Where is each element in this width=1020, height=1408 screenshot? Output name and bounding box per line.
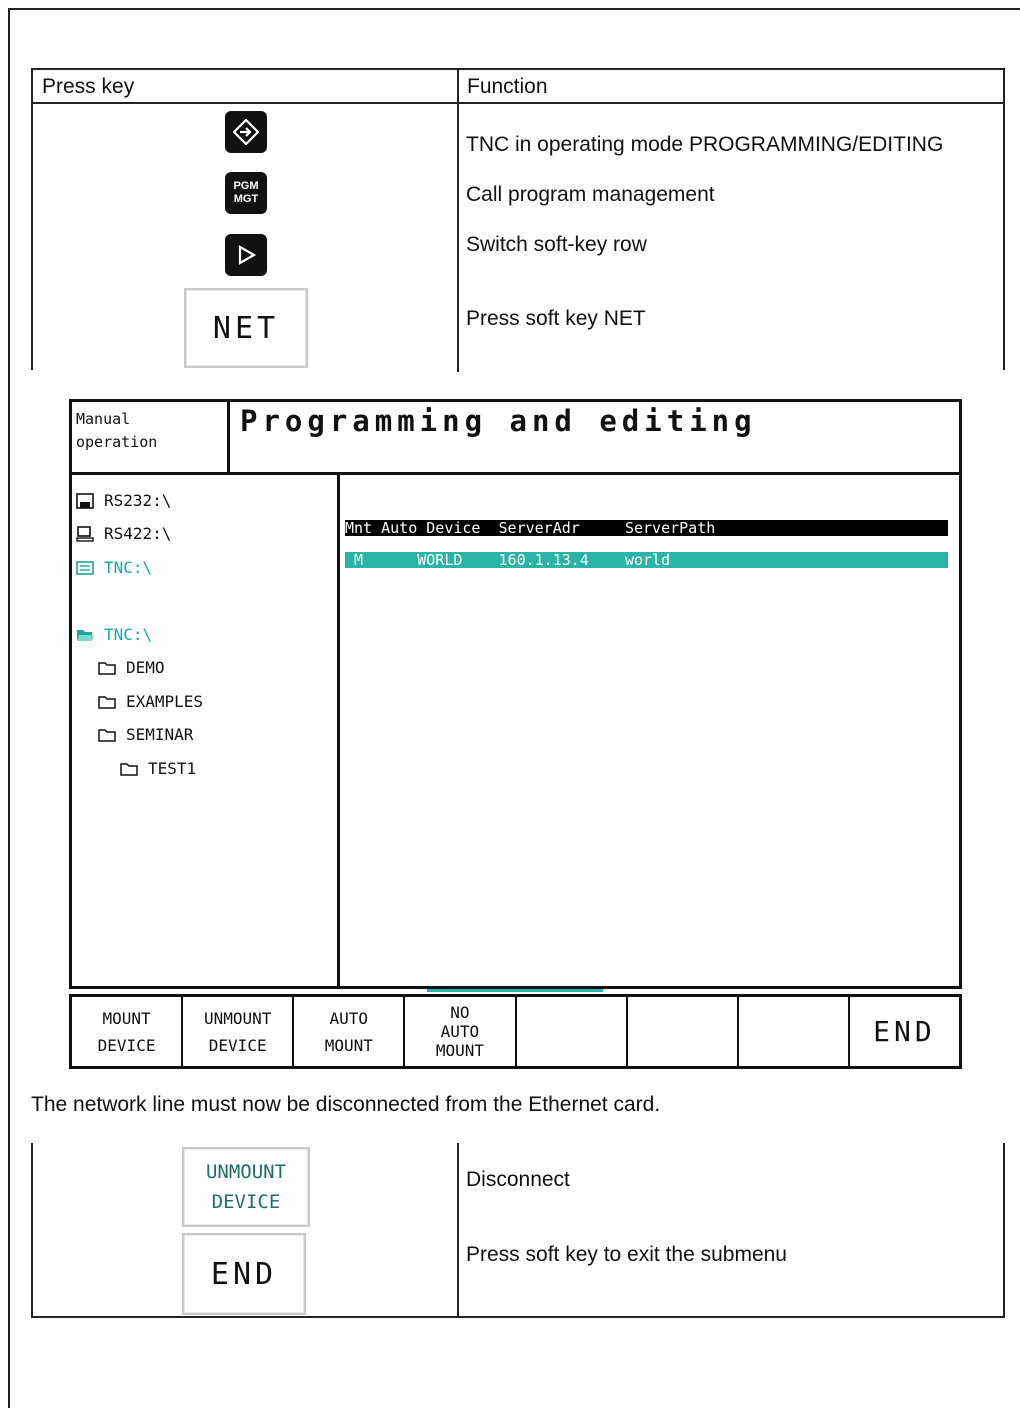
- softkey-label-line: DEVICE: [211, 1191, 281, 1213]
- net-softkey[interactable]: NET: [184, 288, 308, 368]
- function-text: TNC in operating mode PROGRAMMING/EDITIN…: [466, 133, 944, 156]
- end-softkey[interactable]: END: [850, 997, 959, 1066]
- drive-label: TNC:\: [104, 558, 153, 577]
- auto-mount-softkey[interactable]: AUTO MOUNT: [294, 997, 406, 1066]
- tree-root-tnc[interactable]: TNC:\: [76, 625, 152, 644]
- drive-label: RS422:\: [104, 524, 172, 543]
- folder-icon: [120, 762, 138, 776]
- function-text: Disconnect: [466, 1168, 570, 1191]
- instruction-note: The network line must now be disconnecte…: [31, 1093, 661, 1116]
- soft-key-row-arrow-key[interactable]: [225, 234, 267, 276]
- pgm-label: PGM: [233, 180, 259, 192]
- no-auto-mount-softkey[interactable]: NO AUTO MOUNT: [405, 997, 517, 1066]
- tnc-drive-icon: [76, 560, 94, 575]
- tree-root-label: TNC:\: [104, 625, 153, 644]
- empty-softkey: [517, 997, 628, 1066]
- table-header: Press key Function: [33, 70, 1003, 104]
- column-header-press-key: Press key: [42, 75, 135, 98]
- end-softkey-illustration[interactable]: END: [182, 1233, 306, 1315]
- screen-header-divider: [72, 472, 959, 475]
- softkey-row-indicator: [427, 989, 603, 992]
- tnc-screen: Manual operation Programming and editing…: [69, 399, 962, 989]
- function-text: Switch soft-key row: [466, 233, 647, 256]
- folder-label: EXAMPLES: [126, 692, 204, 711]
- mgt-label: MGT: [233, 193, 259, 205]
- pgm-mgt-key-label: PGM MGT: [233, 180, 258, 206]
- drive-rs422[interactable]: RS422:\: [76, 524, 171, 543]
- mount-device-softkey[interactable]: MOUNT DEVICE: [72, 997, 184, 1066]
- folder-icon: [98, 728, 116, 742]
- unmount-device-softkey-illustration[interactable]: UNMOUNT DEVICE: [182, 1147, 310, 1227]
- pane-divider: [337, 475, 340, 986]
- folder-label: DEMO: [126, 658, 165, 677]
- network-table-row[interactable]: M WORLD 160.1.13.4 world: [345, 552, 948, 568]
- unmount-device-softkey[interactable]: UNMOUNT DEVICE: [183, 997, 295, 1066]
- folder-demo[interactable]: DEMO: [98, 658, 165, 677]
- diamond-arrow-icon: [233, 119, 259, 145]
- folder-seminar[interactable]: SEMINAR: [98, 725, 193, 744]
- soft-key-row-arrow-icon: [238, 245, 257, 265]
- floppy-icon: [76, 492, 94, 509]
- folder-examples[interactable]: EXAMPLES: [98, 692, 203, 711]
- function-text: Press soft key to exit the submenu: [466, 1243, 787, 1266]
- softkey-bar: MOUNT DEVICE UNMOUNT DEVICE AUTO MOUNT N…: [69, 994, 962, 1069]
- function-text: Press soft key NET: [466, 307, 646, 330]
- open-folder-icon: [77, 629, 94, 641]
- column-header-function: Function: [467, 75, 548, 98]
- drive-rs232[interactable]: RS232:\: [76, 491, 171, 510]
- empty-softkey: [628, 997, 739, 1066]
- network-table-header: Mnt Auto Device ServerAdr ServerPath: [345, 520, 948, 536]
- folder-label: TEST1: [148, 759, 197, 778]
- drive-label: RS232:\: [104, 491, 172, 510]
- folder-icon: [98, 661, 116, 675]
- pgm-mgt-key[interactable]: PGM MGT: [225, 172, 267, 214]
- folder-label: SEMINAR: [126, 725, 194, 744]
- programming-editing-key-icon[interactable]: [225, 111, 267, 153]
- column-divider: [457, 70, 459, 372]
- function-text: Call program management: [466, 183, 715, 206]
- column-divider: [457, 1143, 459, 1318]
- folder-test1[interactable]: TEST1: [120, 759, 196, 778]
- softkey-label-line: UNMOUNT: [205, 1161, 287, 1183]
- computer-icon: [76, 525, 94, 542]
- mode-box: Manual operation: [72, 402, 230, 472]
- folder-icon: [98, 695, 116, 709]
- mode-label: Manual operation: [76, 410, 158, 451]
- screen-title: Programming and editing: [240, 404, 757, 438]
- empty-softkey: [739, 997, 850, 1066]
- drive-tnc[interactable]: TNC:\: [76, 558, 152, 577]
